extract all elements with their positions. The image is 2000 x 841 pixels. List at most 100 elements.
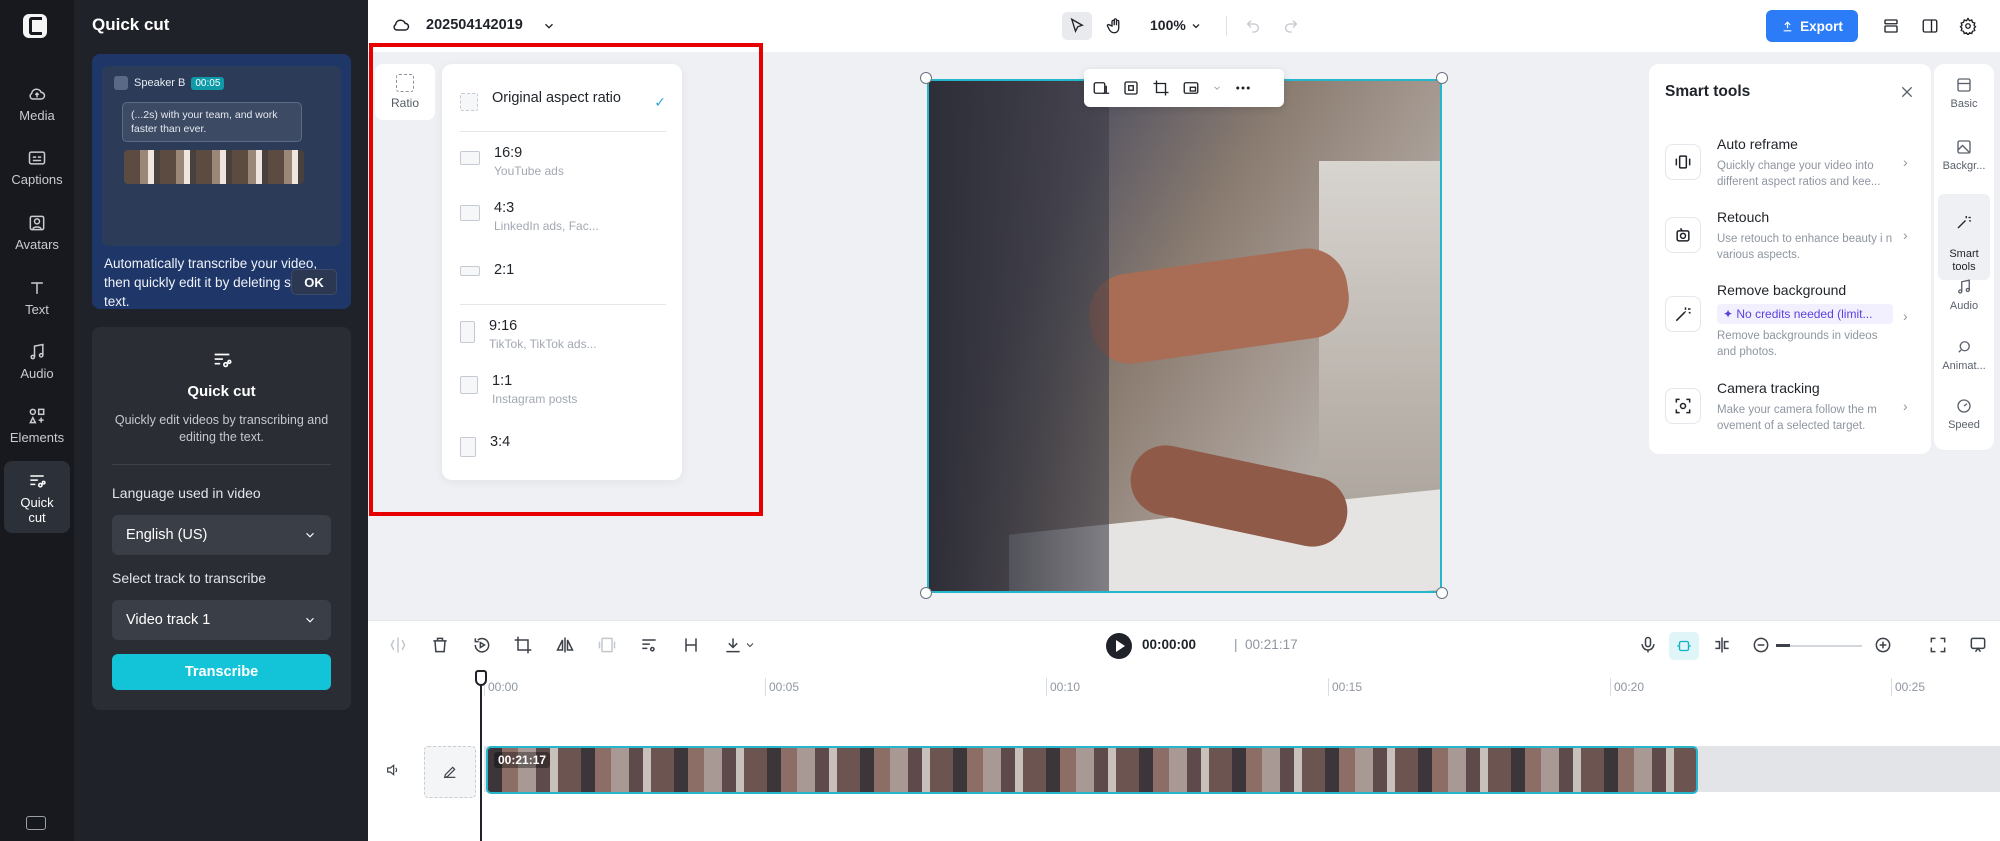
card-title: Quick cut xyxy=(187,383,256,400)
credit-badge: ✦ No credits needed (limit... xyxy=(1717,304,1893,324)
ruler-label: 00:05 xyxy=(769,680,800,694)
rail-item-avatars[interactable]: Avatars xyxy=(4,213,70,252)
track-label: Select track to transcribe xyxy=(112,570,267,586)
split-screen-icon[interactable] xyxy=(1712,635,1732,655)
prop-tab-speed[interactable]: Speed xyxy=(1934,397,1994,432)
video-frame-detail xyxy=(929,81,1109,591)
zoom-level[interactable]: 100% xyxy=(1150,17,1202,33)
pen-icon xyxy=(443,766,456,779)
chevron-down-icon[interactable] xyxy=(744,635,756,655)
crop-icon[interactable] xyxy=(513,635,533,655)
download-icon[interactable] xyxy=(723,635,743,655)
hand-tool-button[interactable] xyxy=(1100,12,1130,40)
prop-tab-label: Backgr... xyxy=(1942,160,1986,172)
transcribe-button[interactable]: Transcribe xyxy=(112,654,331,690)
zoom-in-icon[interactable] xyxy=(1873,635,1893,655)
zoom-out-icon[interactable] xyxy=(1751,635,1771,655)
focus-icon[interactable] xyxy=(1122,79,1140,97)
language-label: Language used in video xyxy=(112,485,261,501)
cloud-sync-icon[interactable] xyxy=(390,15,412,35)
volume-icon[interactable] xyxy=(384,762,402,778)
prop-tab-smart-tools[interactable]: Smart tools xyxy=(1938,194,1990,280)
video-canvas[interactable] xyxy=(927,79,1442,593)
zoom-slider[interactable] xyxy=(1776,644,1862,647)
resize-handle-br[interactable] xyxy=(1436,587,1448,599)
quick-cut-icon[interactable] xyxy=(639,635,659,655)
app-logo[interactable] xyxy=(23,14,47,38)
tool-description: Quickly change your video into different… xyxy=(1717,160,1881,188)
speaker-timecode: 00:05 xyxy=(191,76,225,90)
magnet-toggle[interactable] xyxy=(1669,632,1699,660)
chevron-down-icon[interactable] xyxy=(1212,79,1222,97)
select-tool-button[interactable] xyxy=(1062,12,1092,40)
picture-in-picture-icon[interactable] xyxy=(1182,79,1200,97)
microphone-icon[interactable] xyxy=(1638,635,1658,655)
tool-retouch[interactable]: Retouch Use retouch to enhance beauty i … xyxy=(1665,209,1917,275)
language-select[interactable]: English (US) xyxy=(112,515,331,555)
rail-item-quick-cut[interactable]: Quick cut xyxy=(4,461,70,533)
rail-label: Audio xyxy=(20,366,54,381)
retouch-icon xyxy=(1665,217,1701,253)
flip-icon[interactable] xyxy=(555,635,575,655)
resize-handle-tr[interactable] xyxy=(1436,72,1448,84)
layers-button[interactable] xyxy=(1876,12,1906,40)
rail-item-text[interactable]: Text xyxy=(4,278,70,317)
redo-button[interactable] xyxy=(1276,12,1306,40)
ruler-label: 00:20 xyxy=(1614,680,1645,694)
play-button[interactable] xyxy=(1106,633,1132,659)
comment-icon[interactable] xyxy=(1968,635,1988,655)
playhead[interactable] xyxy=(475,670,487,841)
text-icon xyxy=(31,282,43,294)
layout-button[interactable] xyxy=(1915,12,1945,40)
settings-button[interactable] xyxy=(1953,12,1983,40)
tool-remove-background[interactable]: Remove background ✦ No credits needed (l… xyxy=(1665,282,1917,358)
replay-icon[interactable] xyxy=(472,635,492,655)
close-icon[interactable] xyxy=(1899,84,1915,100)
freeze-icon[interactable] xyxy=(597,635,617,655)
tool-name: Auto reframe xyxy=(1717,136,1798,152)
resize-handle-bl[interactable] xyxy=(920,587,932,599)
speaker-name: Speaker B xyxy=(134,77,186,89)
prop-tab-background[interactable]: Backgr... xyxy=(1934,138,1994,173)
resize-handle-tl[interactable] xyxy=(920,72,932,84)
fullscreen-icon[interactable] xyxy=(1928,635,1948,655)
rail-label: Media xyxy=(19,108,55,123)
prop-tab-basic[interactable]: Basic xyxy=(1934,76,1994,111)
ruler-tick-line xyxy=(765,678,766,696)
rail-item-captions[interactable]: Captions xyxy=(4,148,70,187)
replace-media-icon[interactable] xyxy=(1092,79,1110,97)
split-icon[interactable] xyxy=(388,635,408,655)
ruler-tick-line xyxy=(1891,678,1892,696)
redo-icon xyxy=(1285,20,1298,33)
cover-edit-button[interactable] xyxy=(424,746,476,798)
prop-tab-animation[interactable]: Animat... xyxy=(1934,338,1994,373)
more-icon[interactable] xyxy=(1234,79,1252,97)
timeline-area[interactable]: 00:00 00:05 00:10 00:15 00:20 00:25 00:2… xyxy=(368,670,2000,841)
export-button[interactable]: Export xyxy=(1766,10,1858,42)
canvas-floating-toolbar xyxy=(1084,69,1284,107)
hand-icon xyxy=(1106,18,1120,34)
rail-item-audio[interactable]: Audio xyxy=(4,342,70,381)
chevron-right-icon: › xyxy=(1903,308,1908,324)
rail-item-elements[interactable]: Elements xyxy=(4,406,70,445)
ruler-label: 00:25 xyxy=(1895,680,1926,694)
ok-button[interactable]: OK xyxy=(291,269,337,295)
project-name[interactable]: 202504142019 xyxy=(426,17,523,33)
crop-icon[interactable] xyxy=(1152,79,1170,97)
trim-icon[interactable] xyxy=(681,635,701,655)
video-clip[interactable]: 00:21:17 xyxy=(486,746,1698,794)
rail-item-media[interactable]: Media xyxy=(4,84,70,123)
prop-tab-label: Smart tools xyxy=(1949,248,1979,273)
prop-tab-audio[interactable]: Audio xyxy=(1934,278,1994,313)
trash-icon[interactable] xyxy=(430,635,450,655)
zoom-slider-fill xyxy=(1776,644,1790,647)
undo-button[interactable] xyxy=(1238,12,1268,40)
playhead-handle[interactable] xyxy=(475,670,487,686)
chevron-down-icon[interactable] xyxy=(542,19,556,33)
quick-cut-card: Quick cut Quickly edit videos by transcr… xyxy=(92,327,351,710)
ruler-label: 00:15 xyxy=(1332,680,1363,694)
tool-auto-reframe[interactable]: Auto reframe Quickly change your video i… xyxy=(1665,136,1917,202)
track-select[interactable]: Video track 1 xyxy=(112,600,331,640)
keyboard-icon[interactable] xyxy=(26,816,46,830)
tool-camera-tracking[interactable]: Camera tracking Make your camera follow … xyxy=(1665,380,1917,446)
